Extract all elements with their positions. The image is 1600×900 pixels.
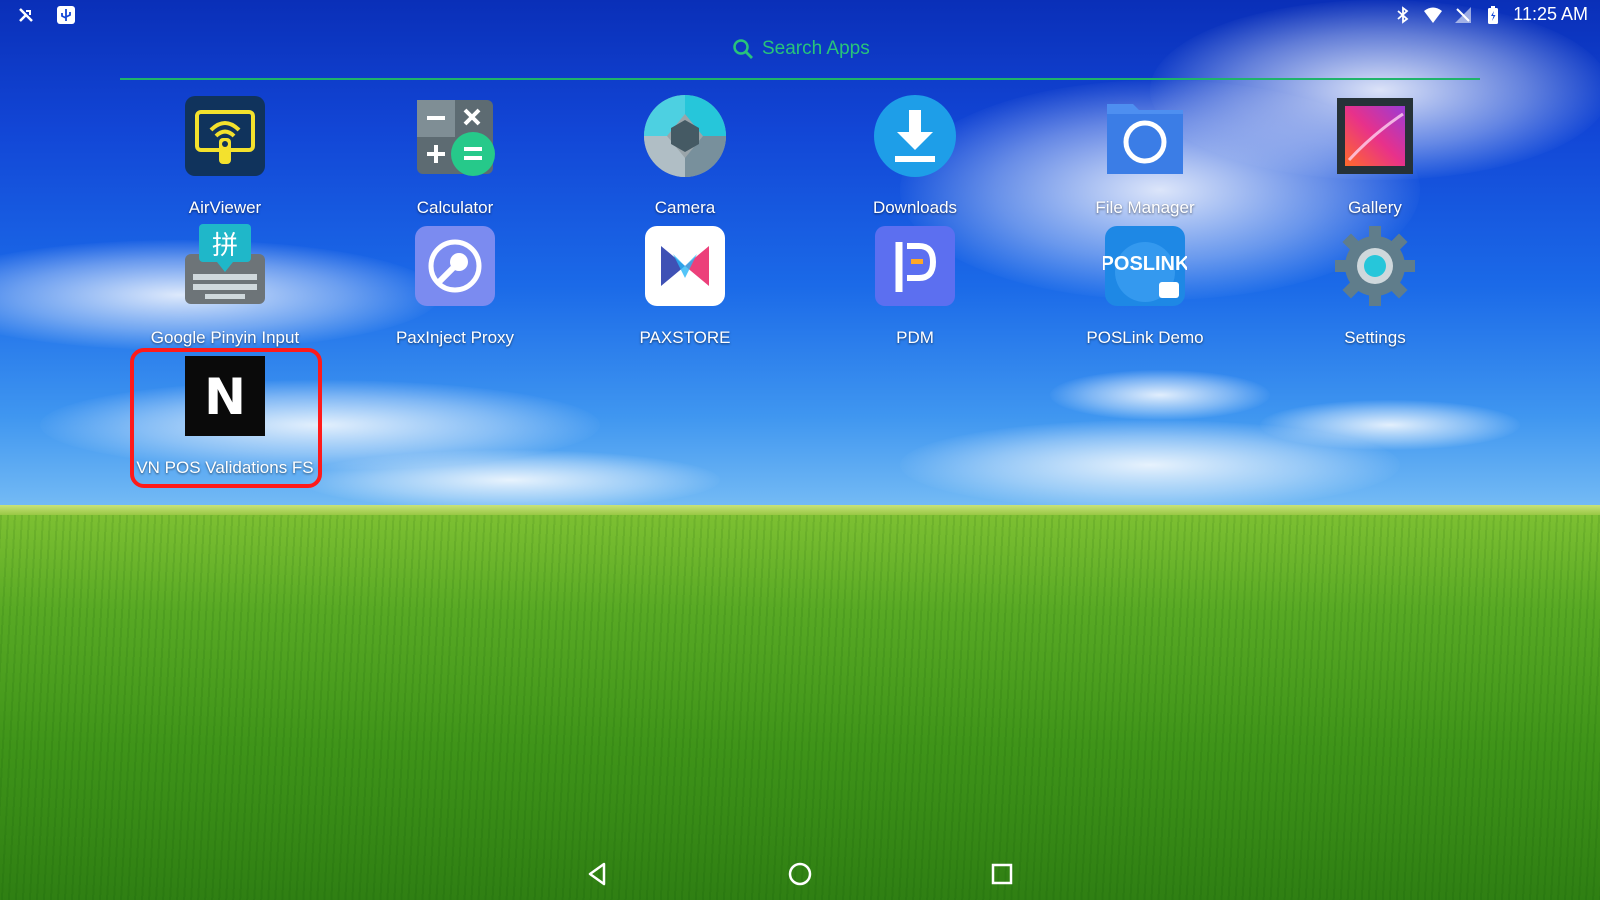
pinyin-keyboard-icon: 拼 — [185, 224, 265, 304]
status-left — [16, 5, 76, 25]
app-label: Calculator — [416, 198, 494, 217]
home-icon[interactable] — [784, 858, 816, 890]
app-settings[interactable]: Settings — [1260, 224, 1490, 354]
wifi-icon — [1424, 7, 1443, 23]
signal-icon — [1455, 6, 1472, 23]
calculator-icon — [417, 100, 495, 176]
grass-field — [0, 515, 1600, 900]
back-icon[interactable] — [582, 858, 614, 890]
app-file-manager[interactable]: File Manager — [1030, 94, 1260, 224]
poslink-icon: POSLINK — [1103, 226, 1187, 306]
search-inner[interactable]: Search Apps — [732, 38, 870, 60]
gallery-icon — [1337, 98, 1413, 174]
selection-highlight — [130, 348, 322, 488]
app-pdm[interactable]: PDM — [800, 224, 1030, 354]
app-poslink-demo[interactable]: POSLINK POSLink Demo — [1030, 224, 1260, 354]
app-label: PAXSTORE — [639, 328, 731, 347]
app-label: PaxInject Proxy — [395, 328, 515, 347]
app-downloads[interactable]: Downloads — [800, 94, 1030, 224]
paxinject-icon — [415, 226, 495, 306]
status-bar: 11:25 AM — [0, 0, 1600, 30]
usb-icon — [57, 6, 75, 24]
app-airviewer[interactable]: AirViewer — [110, 94, 340, 224]
app-calculator[interactable]: Calculator — [340, 94, 570, 224]
poslink-text: POSLINK — [1103, 253, 1187, 275]
app-label: PDM — [896, 328, 934, 347]
file-manager-icon — [1107, 104, 1183, 174]
app-label: Settings — [1344, 328, 1406, 347]
navigation-bar — [0, 848, 1600, 900]
camera-icon — [644, 95, 726, 177]
app-camera[interactable]: Camera — [570, 94, 800, 224]
app-paxstore[interactable]: PAXSTORE — [570, 224, 800, 354]
search-placeholder[interactable]: Search Apps — [762, 38, 870, 60]
cloud — [300, 450, 720, 510]
airviewer-icon — [185, 96, 265, 176]
search-icon — [733, 39, 753, 59]
app-google-pinyin-input[interactable]: 拼 Google Pinyin Input — [110, 224, 340, 354]
app-label: POSLink Demo — [1086, 328, 1204, 347]
cloud — [900, 420, 1400, 510]
paxstore-icon — [645, 226, 725, 306]
pinyin-glyph: 拼 — [212, 231, 238, 261]
app-label: Gallery — [1348, 198, 1402, 217]
settings-gear-icon — [1335, 226, 1415, 306]
pdm-icon — [875, 226, 955, 306]
recents-icon[interactable] — [986, 858, 1018, 890]
no-sim-icon — [19, 8, 33, 22]
search-apps-bar[interactable]: Search Apps — [120, 36, 1480, 80]
app-paxinject-proxy[interactable]: PaxInject Proxy — [340, 224, 570, 354]
app-label: Google Pinyin Input — [150, 328, 300, 347]
clock: 11:25 AM — [1513, 4, 1588, 24]
app-gallery[interactable]: Gallery — [1260, 94, 1490, 224]
app-label: AirViewer — [188, 198, 262, 217]
battery-icon — [1488, 5, 1499, 24]
status-right: 11:25 AM — [1393, 4, 1588, 25]
app-label: File Manager — [1095, 198, 1195, 217]
cloud — [1050, 370, 1270, 420]
app-label: Camera — [654, 198, 716, 217]
app-label: Downloads — [872, 198, 958, 217]
bluetooth-icon — [1397, 5, 1409, 24]
downloads-icon — [874, 95, 956, 177]
